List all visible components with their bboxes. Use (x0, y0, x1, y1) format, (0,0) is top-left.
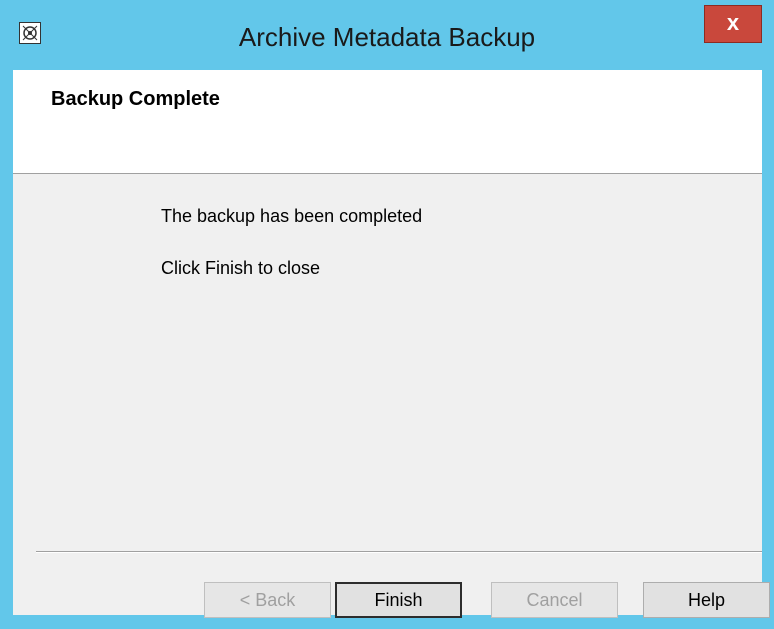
help-button[interactable]: Help (643, 582, 770, 618)
completion-message: The backup has been completed (161, 206, 423, 226)
page-title: Backup Complete (51, 88, 220, 110)
title-bar[interactable]: Archive Metadata Backup x (0, 0, 774, 70)
instruction-message: Click Finish to close (161, 258, 321, 278)
close-button[interactable]: x (704, 5, 762, 43)
wizard-window: Archive Metadata Backup x Backup Complet… (0, 0, 774, 629)
window-title: Archive Metadata Backup (238, 22, 536, 52)
button-separator (36, 551, 762, 553)
wizard-header-panel: Backup Complete (13, 70, 762, 174)
finish-button[interactable]: Finish (335, 582, 462, 618)
close-icon: x (726, 10, 740, 35)
cancel-button[interactable]: Cancel (491, 582, 618, 618)
wizard-client-area: Backup Complete The backup has been comp… (13, 70, 770, 618)
back-button[interactable]: < Back (204, 582, 331, 618)
